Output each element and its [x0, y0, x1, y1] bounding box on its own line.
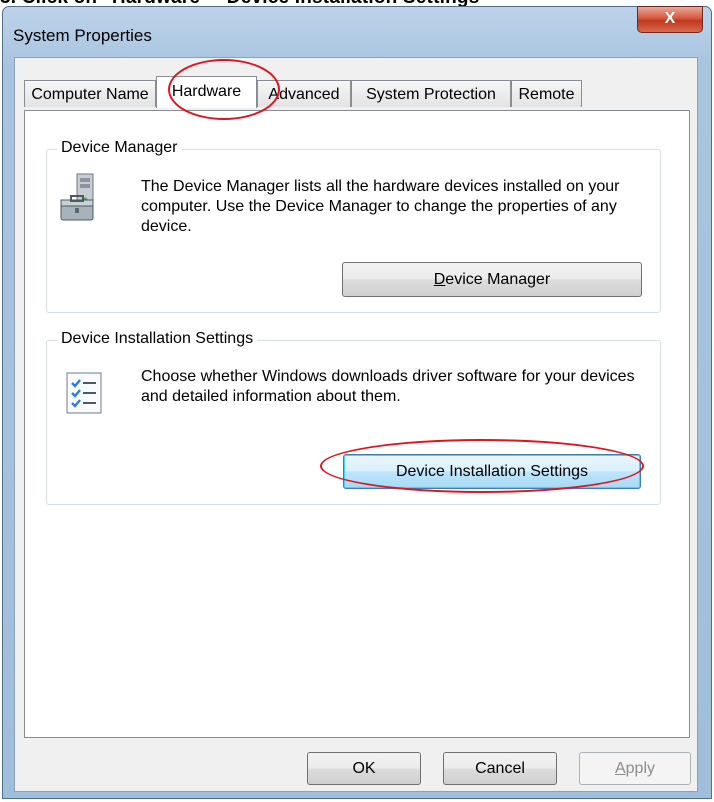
cancel-button[interactable]: Cancel	[443, 752, 557, 785]
tab-system-protection[interactable]: System Protection	[351, 80, 511, 107]
window-title: System Properties	[13, 26, 152, 45]
checklist-icon	[65, 371, 103, 415]
tab-hardware[interactable]: Hardware	[156, 76, 257, 108]
device-manager-icon	[57, 172, 109, 224]
tab-advanced[interactable]: Advanced	[257, 80, 351, 107]
hardware-tab-page: Device Manager The Device Manager lists …	[24, 110, 690, 738]
close-button[interactable]: X	[637, 6, 703, 33]
device-manager-button[interactable]: Device Manager	[342, 262, 642, 297]
device-installation-description: Choose whether Windows downloads driver …	[141, 368, 635, 405]
tab-computer-name[interactable]: Computer Name	[24, 80, 156, 107]
ok-button[interactable]: OK	[307, 752, 421, 785]
device-manager-group: Device Manager The Device Manager lists …	[46, 139, 661, 313]
device-installation-settings-button[interactable]: Device Installation Settings	[343, 454, 641, 489]
title-bar[interactable]: System Properties X	[3, 6, 711, 57]
device-manager-group-title: Device Manager	[57, 139, 182, 157]
device-installation-group-title: Device Installation Settings	[57, 330, 258, 348]
system-properties-window: System Properties X Computer Name Hardwa…	[2, 6, 712, 799]
apply-button[interactable]: Apply	[579, 752, 691, 785]
device-installation-group: Device Installation Settings Choose whet…	[46, 330, 661, 505]
close-icon: X	[664, 10, 676, 27]
dialog-client-area: Computer Name Hardware Advanced System P…	[14, 57, 698, 792]
device-manager-description: The Device Manager lists all the hardwar…	[141, 178, 620, 235]
tab-remote[interactable]: Remote	[511, 80, 582, 107]
